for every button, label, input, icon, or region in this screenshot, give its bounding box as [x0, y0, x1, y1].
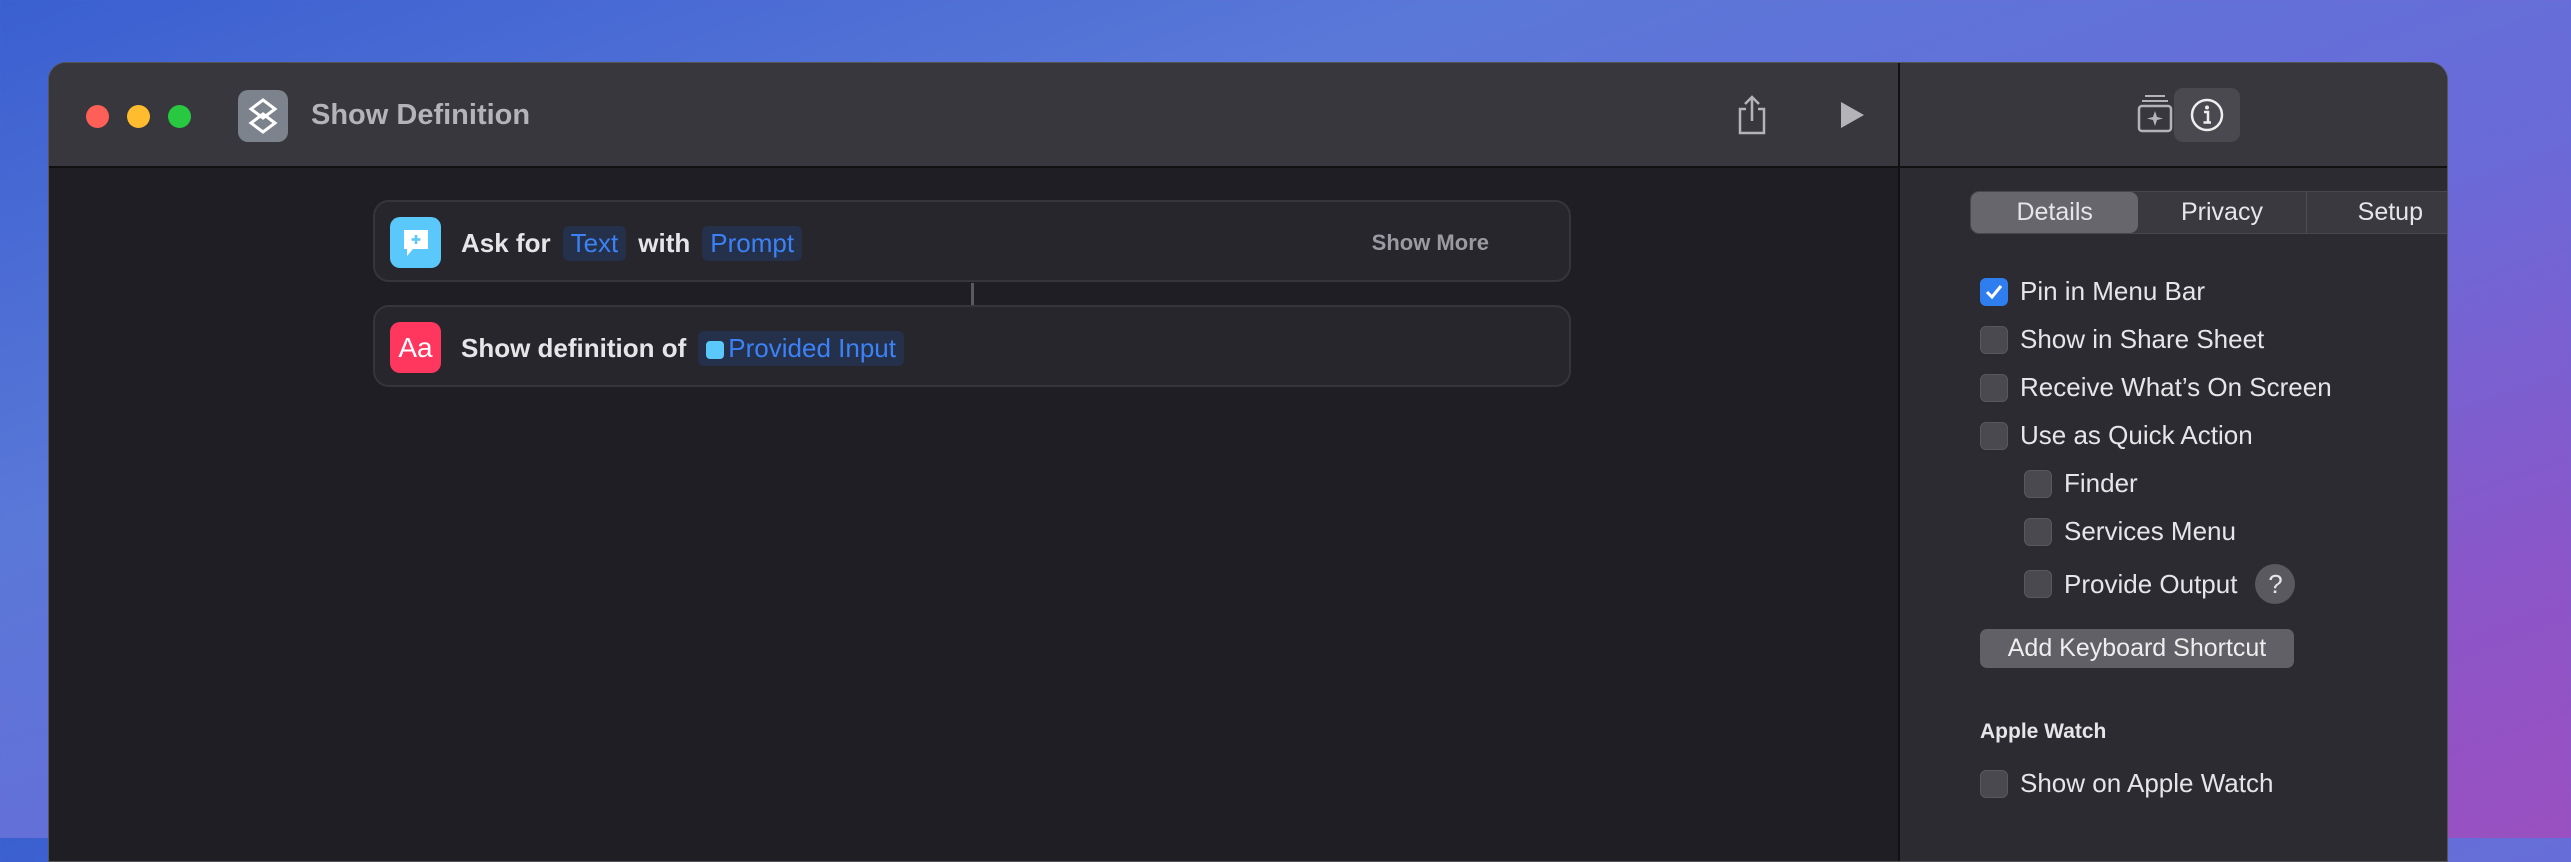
ask-text-icon [390, 217, 441, 268]
help-button[interactable]: ? [2255, 564, 2296, 604]
tab-privacy[interactable]: Privacy [2138, 192, 2305, 233]
action-connector [971, 283, 974, 306]
action-label: Show definition of [461, 333, 687, 363]
option-finder[interactable]: Finder [2024, 468, 2138, 499]
option-label: Pin in Menu Bar [2020, 276, 2205, 306]
provided-input-token[interactable]: Provided Input [698, 331, 904, 366]
prompt-token[interactable]: Prompt [702, 226, 803, 261]
checkmark-icon [1985, 284, 2003, 299]
shortcuts-window: Show Definition Ask for Text with Prompt… [48, 62, 2448, 862]
ask-text-small-icon [706, 341, 725, 359]
checkbox[interactable] [2024, 570, 2052, 598]
checkbox[interactable] [1980, 277, 2008, 306]
checkbox[interactable] [1980, 769, 2008, 798]
option-label: Show on Apple Watch [2020, 768, 2274, 798]
option-label: Receive What’s On Screen [2020, 372, 2332, 402]
sidebar-toolbar [1900, 63, 2447, 168]
dictionary-icon: Aa [390, 322, 441, 373]
action-label: with [638, 228, 691, 258]
checkbox[interactable] [2024, 469, 2052, 498]
action-label: Ask for [461, 228, 551, 258]
tab-setup[interactable]: Setup [2305, 192, 2447, 233]
option-use-as-quick-action[interactable]: Use as Quick Action [1980, 420, 2253, 451]
action-ask-for-input[interactable]: Ask for Text with Prompt Show More [373, 200, 1571, 282]
add-keyboard-shortcut-button[interactable]: Add Keyboard Shortcut [1980, 629, 2294, 668]
option-receive-what-s-on-screen[interactable]: Receive What’s On Screen [1980, 372, 2332, 403]
apple-watch-header: Apple Watch [1980, 720, 2107, 743]
option-label: Show in Share Sheet [2020, 324, 2265, 354]
details-sidebar: Details Privacy Setup Pin in Menu Bar Sho… [1898, 63, 2447, 861]
checkbox[interactable] [1980, 325, 2008, 354]
title-bar: Show Definition [49, 63, 1898, 168]
option-pin-in-menu-bar[interactable]: Pin in Menu Bar [1980, 276, 2205, 307]
show-more-button[interactable]: Show More [1372, 230, 1489, 256]
option-provide-output[interactable]: Provide Output? [2024, 564, 2296, 604]
action-library-icon[interactable] [2135, 93, 2175, 133]
info-icon [2190, 98, 2224, 132]
checkbox[interactable] [1980, 421, 2008, 450]
tab-details[interactable]: Details [1971, 192, 2139, 233]
input-type-token[interactable]: Text [562, 226, 627, 261]
checkbox[interactable] [2024, 517, 2052, 546]
option-label: Services Menu [2064, 516, 2236, 546]
option-show-on-apple-watch[interactable]: Show on Apple Watch [1980, 768, 2273, 799]
option-label: Provide Output [2064, 568, 2238, 599]
run-icon[interactable] [1832, 95, 1872, 135]
sidebar-tabs: Details Privacy Setup [1970, 191, 2447, 234]
option-label: Finder [2064, 468, 2138, 498]
minimize-button[interactable] [127, 105, 150, 128]
option-show-in-share-sheet[interactable]: Show in Share Sheet [1980, 324, 2264, 355]
option-services-menu[interactable]: Services Menu [2024, 516, 2236, 547]
info-button[interactable] [2174, 88, 2240, 142]
shortcut-icon[interactable] [238, 90, 288, 142]
close-button[interactable] [86, 105, 109, 128]
share-icon[interactable] [1732, 95, 1772, 135]
action-show-definition[interactable]: Aa Show definition of Provided Input [373, 305, 1571, 387]
checkbox[interactable] [1980, 373, 2008, 402]
option-label: Use as Quick Action [2020, 420, 2253, 450]
window-title: Show Definition [311, 99, 531, 131]
token-label: Provided Input [728, 333, 896, 363]
zoom-button[interactable] [168, 105, 191, 128]
